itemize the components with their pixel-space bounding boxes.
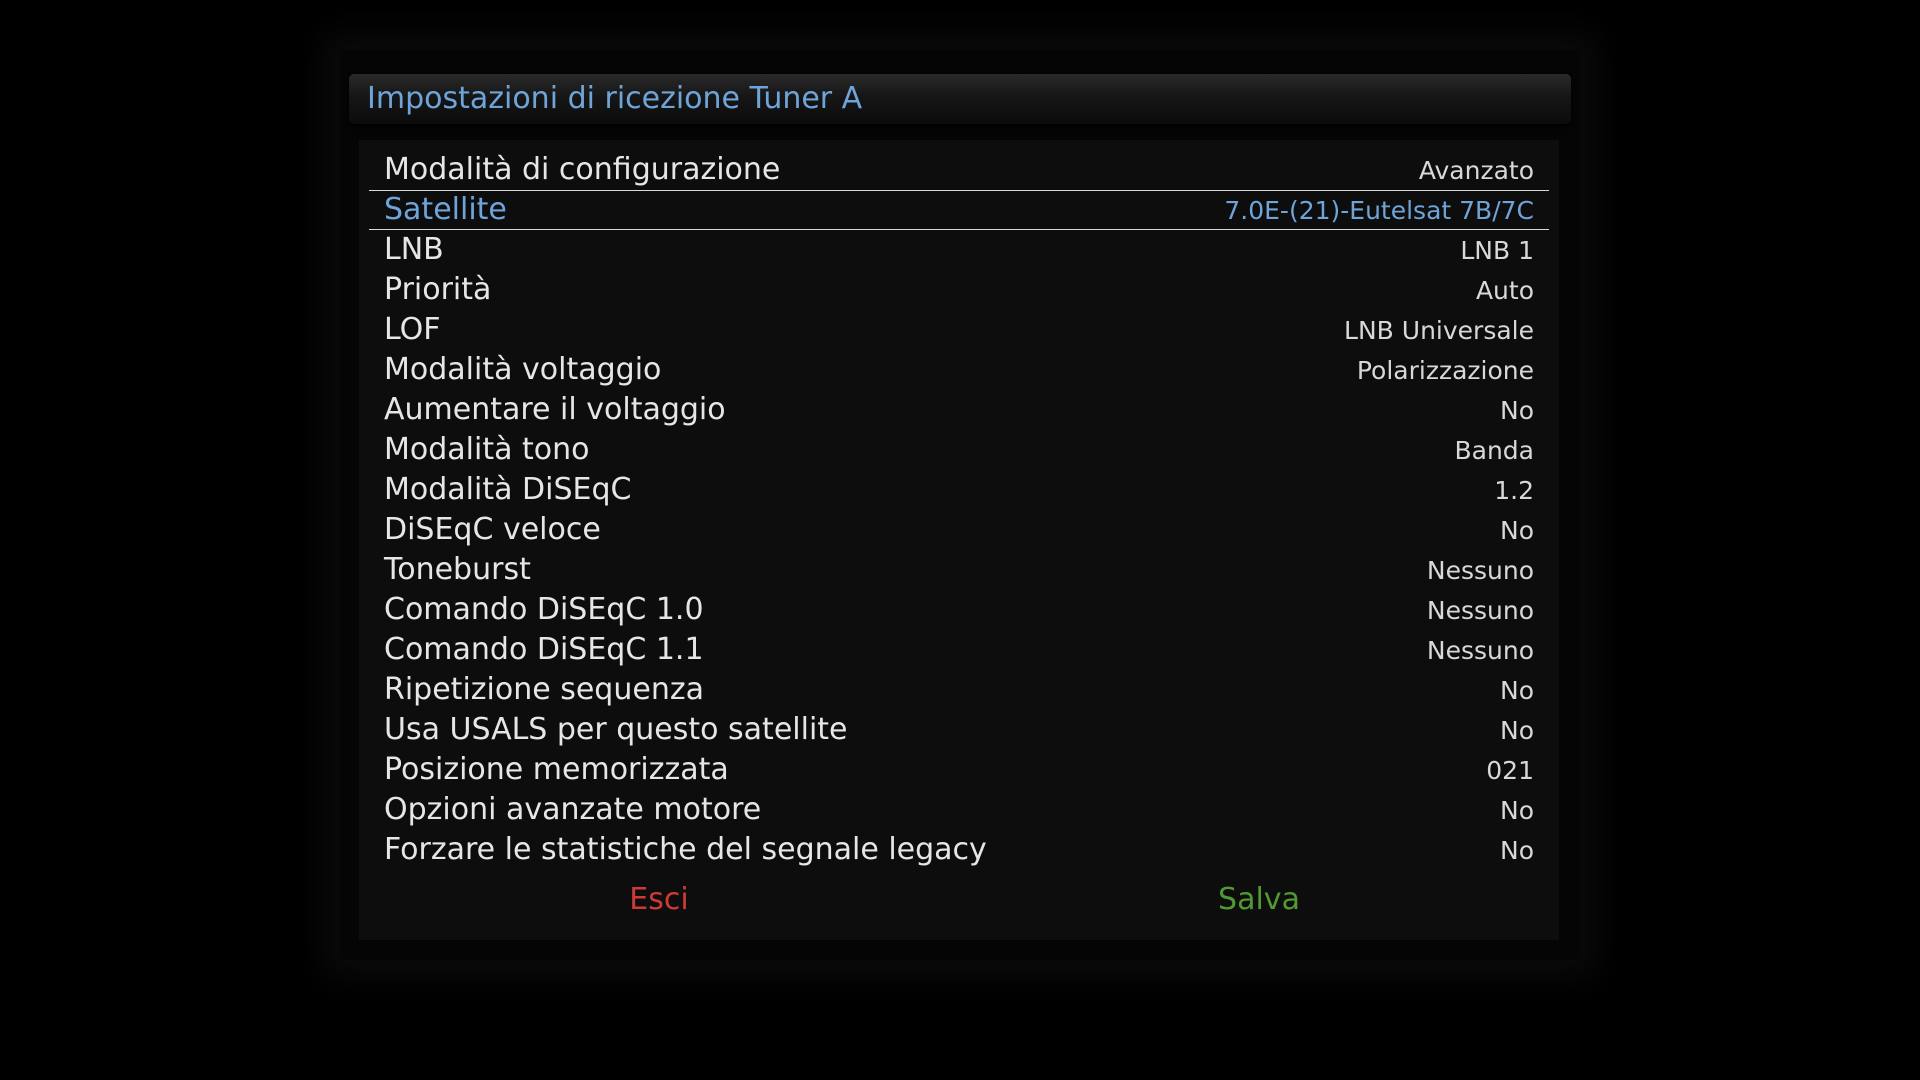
setting-value: 1.2 <box>1494 476 1534 505</box>
setting-label: Comando DiSEqC 1.1 <box>384 632 704 667</box>
setting-label: Ripetizione sequenza <box>384 672 704 707</box>
setting-row-increase-voltage[interactable]: Aumentare il voltaggio No <box>369 390 1549 430</box>
title-bar: Impostazioni di ricezione Tuner A <box>349 74 1571 124</box>
setting-row-toneburst[interactable]: Toneburst Nessuno <box>369 550 1549 590</box>
setting-row-sequence-repeat[interactable]: Ripetizione sequenza No <box>369 670 1549 710</box>
setting-value: Banda <box>1454 436 1534 465</box>
settings-panel: Modalità di configurazione Avanzato Sate… <box>359 140 1559 940</box>
setting-value: 7.0E-(21)-Eutelsat 7B/7C <box>1224 196 1534 225</box>
setting-label: Modalità tono <box>384 432 590 467</box>
setting-row-tone-mode[interactable]: Modalità tono Banda <box>369 430 1549 470</box>
setting-value: No <box>1500 836 1534 865</box>
setting-label: Modalità DiSEqC <box>384 472 632 507</box>
setting-row-diseqc-mode[interactable]: Modalità DiSEqC 1.2 <box>369 470 1549 510</box>
setting-row-fast-diseqc[interactable]: DiSEqC veloce No <box>369 510 1549 550</box>
tuner-settings-dialog: Impostazioni di ricezione Tuner A Modali… <box>340 50 1580 960</box>
setting-row-satellite[interactable]: Satellite 7.0E-(21)-Eutelsat 7B/7C <box>369 190 1549 230</box>
setting-value: LNB Universale <box>1344 316 1534 345</box>
setting-row-diseqc-1-0-command[interactable]: Comando DiSEqC 1.0 Nessuno <box>369 590 1549 630</box>
setting-value: No <box>1500 516 1534 545</box>
setting-row-advanced-motor-options[interactable]: Opzioni avanzate motore No <box>369 790 1549 830</box>
setting-label: Modalità di configurazione <box>384 152 781 187</box>
setting-label: Usa USALS per questo satellite <box>384 712 848 747</box>
setting-label: Satellite <box>384 192 507 227</box>
setting-row-priority[interactable]: Priorità Auto <box>369 270 1549 310</box>
setting-label: Modalità voltaggio <box>384 352 662 387</box>
setting-row-voltage-mode[interactable]: Modalità voltaggio Polarizzazione <box>369 350 1549 390</box>
setting-value: Nessuno <box>1426 556 1534 585</box>
page-title: Impostazioni di ricezione Tuner A <box>367 81 863 116</box>
setting-label: LNB <box>384 232 444 267</box>
setting-label: LOF <box>384 312 441 347</box>
setting-value: Polarizzazione <box>1356 356 1534 385</box>
setting-row-configuration-mode[interactable]: Modalità di configurazione Avanzato <box>369 150 1549 190</box>
setting-label: Posizione memorizzata <box>384 752 729 787</box>
setting-value: No <box>1500 796 1534 825</box>
setting-value: No <box>1500 676 1534 705</box>
setting-value: No <box>1500 396 1534 425</box>
setting-label: Forzare le statistiche del segnale legac… <box>384 832 987 867</box>
setting-row-lnb[interactable]: LNB LNB 1 <box>369 230 1549 270</box>
setting-label: Priorità <box>384 272 492 307</box>
setting-value: No <box>1500 716 1534 745</box>
exit-button[interactable]: Esci <box>629 882 688 918</box>
setting-value: LNB 1 <box>1460 236 1534 265</box>
setting-label: Aumentare il voltaggio <box>384 392 726 427</box>
setting-value: Auto <box>1475 276 1534 305</box>
settings-list: Modalità di configurazione Avanzato Sate… <box>369 150 1549 870</box>
setting-value: Avanzato <box>1418 156 1534 185</box>
setting-row-diseqc-1-1-command[interactable]: Comando DiSEqC 1.1 Nessuno <box>369 630 1549 670</box>
setting-label: Comando DiSEqC 1.0 <box>384 592 704 627</box>
setting-value: Nessuno <box>1426 636 1534 665</box>
setting-row-stored-position[interactable]: Posizione memorizzata 021 <box>369 750 1549 790</box>
setting-value: Nessuno <box>1426 596 1534 625</box>
setting-value: 021 <box>1486 756 1534 785</box>
setting-row-lof[interactable]: LOF LNB Universale <box>369 310 1549 350</box>
setting-row-use-usals[interactable]: Usa USALS per questo satellite No <box>369 710 1549 750</box>
save-button[interactable]: Salva <box>1218 882 1300 918</box>
setting-row-legacy-signal-stats[interactable]: Forzare le statistiche del segnale legac… <box>369 830 1549 870</box>
setting-label: Toneburst <box>384 552 531 587</box>
setting-label: DiSEqC veloce <box>384 512 601 547</box>
setting-label: Opzioni avanzate motore <box>384 792 762 827</box>
